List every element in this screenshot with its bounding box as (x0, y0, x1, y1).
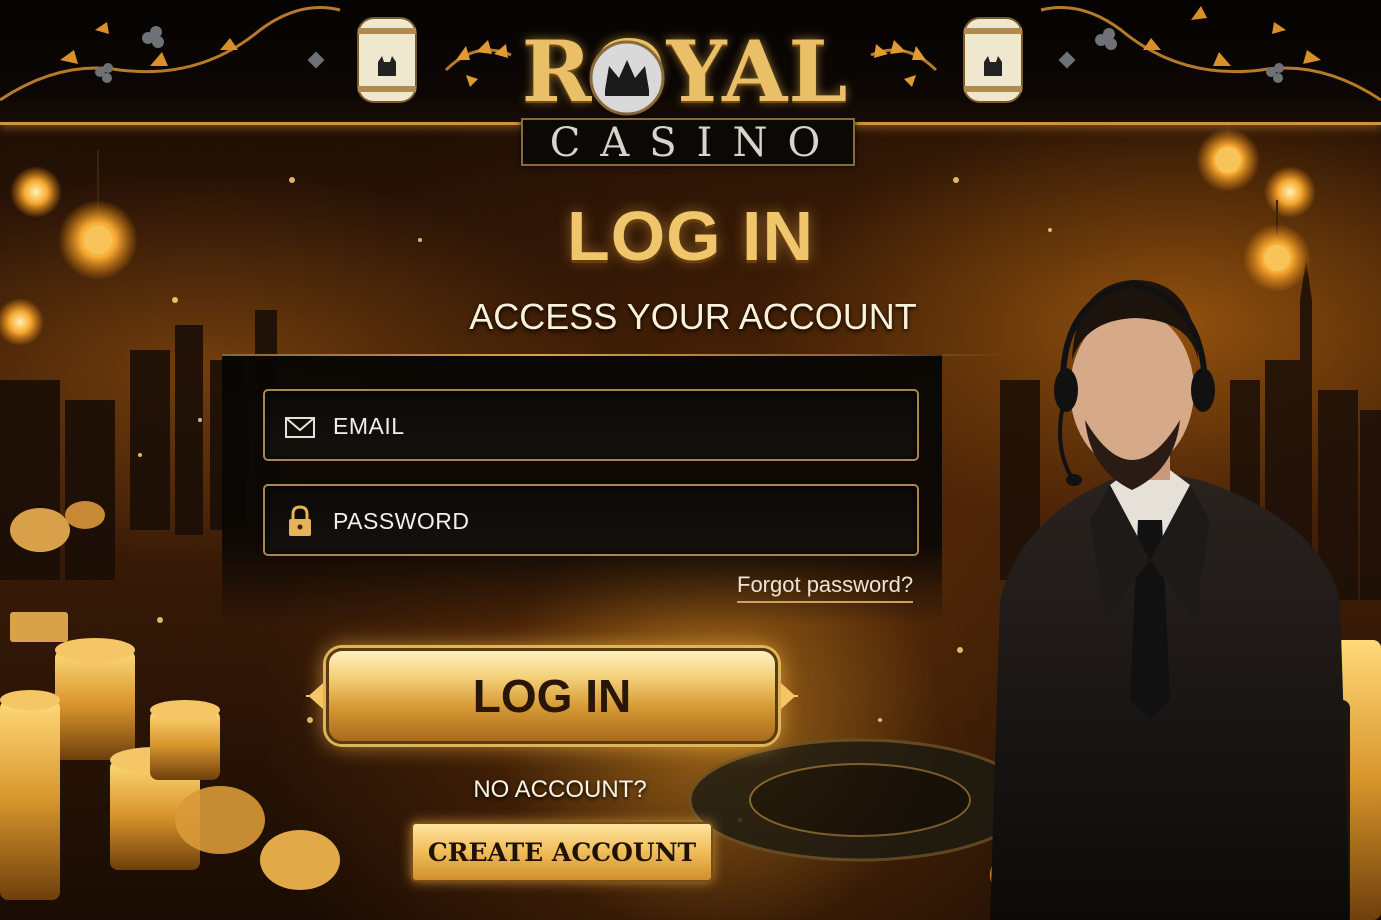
vine-ornament-left (0, 6, 341, 102)
page-title: LOG IN (566, 197, 815, 275)
no-account-text: NO ACCOUNT? (473, 776, 647, 803)
logo-wordmark-casino: CASINO (549, 120, 841, 166)
password-placeholder: PASSWORD (333, 508, 470, 534)
logo-wordmark-casino-box: CASINO (521, 118, 855, 166)
leaf-ornament-center-right (870, 40, 938, 87)
create-account-button[interactable]: CREATE ACCOUNT (411, 822, 713, 882)
login-button-frame: LOG IN (302, 644, 802, 748)
forgot-password-link[interactable]: Forgot password? (737, 572, 914, 603)
crown-icon (589, 40, 665, 116)
create-account-label: CREATE ACCOUNT (427, 838, 697, 867)
royal-casino-logo: ROYAL CASINO (515, 18, 855, 168)
barrel-icon-left (356, 14, 418, 106)
lock-icon (289, 505, 311, 536)
email-placeholder: EMAIL (333, 413, 405, 439)
login-button-label: LOG IN (472, 670, 632, 722)
leaf-ornament-center-left (444, 40, 512, 87)
panel-divider (222, 354, 1012, 356)
password-field[interactable]: PASSWORD (263, 484, 919, 556)
page-subtitle: ACCESS YOUR ACCOUNT (469, 296, 917, 337)
email-field[interactable]: EMAIL (263, 389, 919, 461)
vine-ornament-right (1040, 6, 1381, 102)
login-button[interactable]: LOG IN (326, 648, 778, 744)
logo-wordmark-royal: ROYAL (521, 22, 849, 121)
envelope-icon (285, 417, 315, 438)
